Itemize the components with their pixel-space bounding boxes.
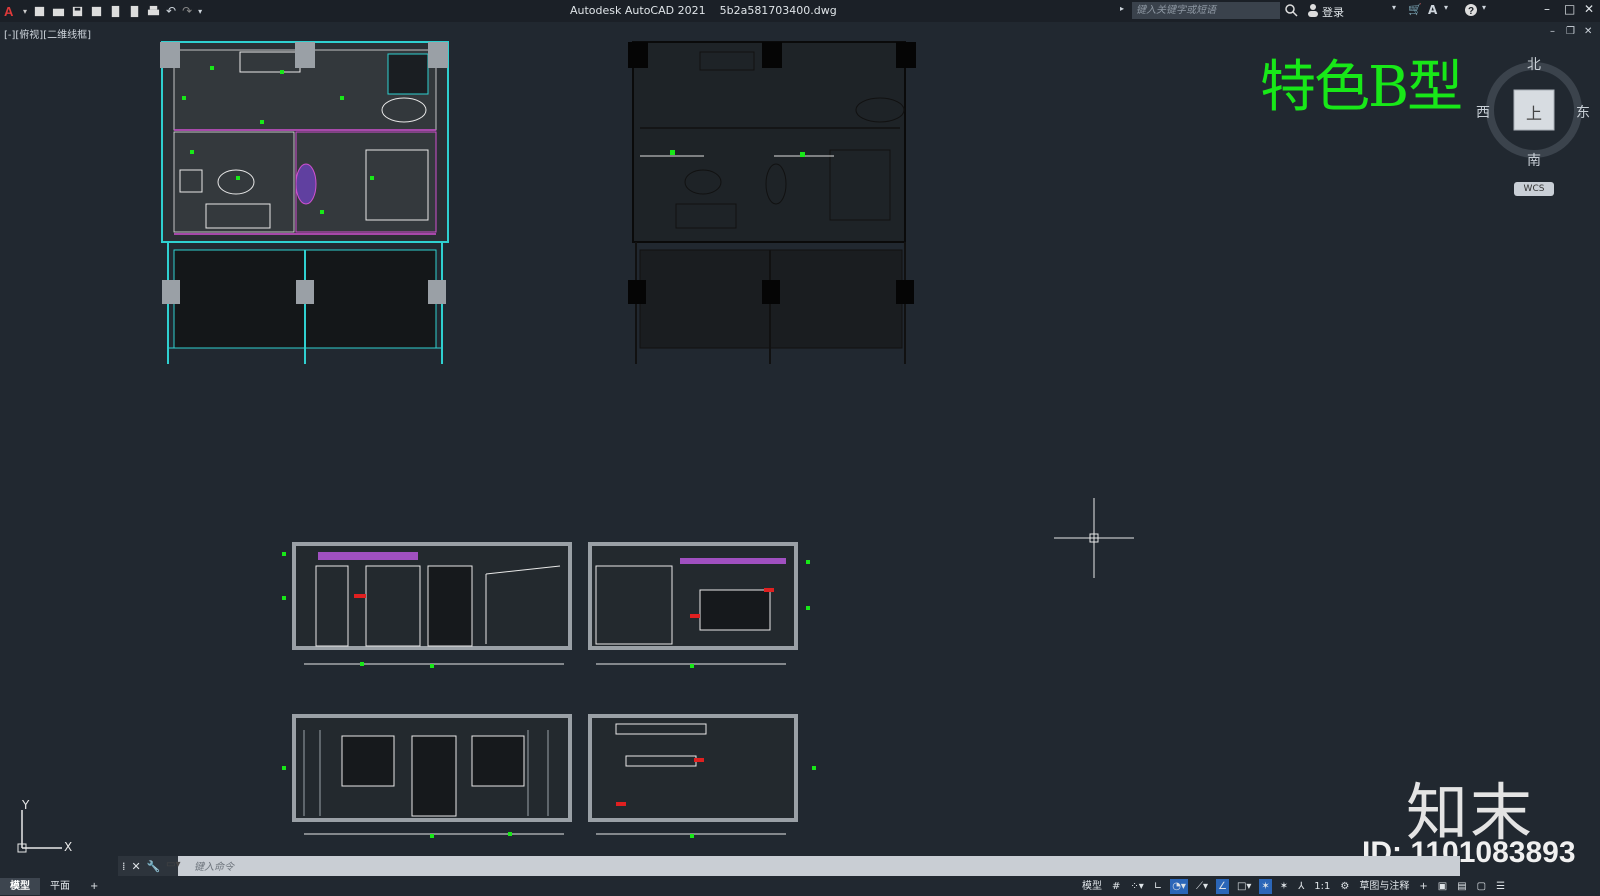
status-bar: 模型 # ⁘▾ ∟ ◔▾ ⟋▾ ∠ □▾ ✶ ✶ ⅄ 1:1 ⚙ 草图与注释 +… xyxy=(1080,877,1600,896)
autocad-logo-icon[interactable]: A xyxy=(4,5,17,18)
help-dropdown-icon[interactable]: ▾ xyxy=(1482,3,1486,12)
customize-toolbar-icon[interactable]: ▾ xyxy=(198,7,202,16)
svg-text:A: A xyxy=(4,5,14,18)
floor-plan-dark xyxy=(628,41,916,364)
annotation-visibility-icon[interactable]: ✶ xyxy=(1259,879,1272,894)
elevation-2 xyxy=(588,542,810,668)
command-line-grip-icon[interactable]: ⁞ xyxy=(122,860,126,873)
drawing-title-text: 特色B型 xyxy=(1260,55,1463,120)
object-snap-tracking-icon[interactable]: ∠ xyxy=(1215,879,1229,894)
login-dropdown-icon[interactable]: ▾ xyxy=(1392,3,1396,12)
save-icon[interactable] xyxy=(71,5,84,18)
quick-access-toolbar: A ▾ ↶ ↷ ▾ xyxy=(0,0,202,22)
command-history-icon[interactable]: ▭▾ xyxy=(166,859,180,870)
command-line[interactable]: ⁞ ✕ 🔧 ▭▾ 键入命令 xyxy=(118,856,1460,876)
search-icon[interactable] xyxy=(1284,3,1298,17)
viewcube[interactable]: 北 南 西 东 上 xyxy=(1476,57,1590,169)
annotation-scale-value[interactable]: 1:1 xyxy=(1312,879,1332,894)
elevation-1 xyxy=(282,542,572,668)
floor-plan-colored xyxy=(160,41,449,364)
units-icon[interactable]: ▣ xyxy=(1436,879,1449,894)
elevation-3 xyxy=(282,714,572,838)
help-icon[interactable]: ? xyxy=(1464,3,1478,17)
ortho-icon[interactable]: ∟ xyxy=(1152,879,1164,894)
maximize-icon[interactable]: □ xyxy=(1564,2,1575,16)
file-name: 5b2a581703400.dwg xyxy=(719,4,837,17)
viewcube-east[interactable]: 东 xyxy=(1576,102,1590,122)
app-name: Autodesk AutoCAD 2021 xyxy=(570,4,706,17)
ucs-y-label: Y xyxy=(22,798,30,812)
undo-icon[interactable]: ↶ xyxy=(166,4,176,18)
title-bar: A ▾ ↶ ↷ ▾ Autodesk AutoCAD 2021 5b2a5817… xyxy=(0,0,1600,22)
viewcube-top-face[interactable]: 上 xyxy=(1526,100,1542,124)
object-snap-icon[interactable]: □▾ xyxy=(1235,879,1253,894)
close-icon[interactable]: ✕ xyxy=(1584,2,1594,16)
login-link[interactable]: 登录 xyxy=(1322,4,1344,20)
annotation-monitor-icon[interactable]: + xyxy=(1417,879,1429,894)
workspace-switch[interactable]: 草图与注释 xyxy=(1357,879,1411,894)
svg-text:?: ? xyxy=(1468,6,1474,17)
tab-add[interactable]: + xyxy=(80,878,108,895)
autodesk-a360-icon[interactable]: A xyxy=(1428,3,1437,17)
viewcube-north[interactable]: 北 xyxy=(1527,54,1541,74)
polar-tracking-icon[interactable]: ◔▾ xyxy=(1170,879,1188,894)
plot-preview-icon[interactable] xyxy=(128,5,141,18)
command-close-icon[interactable]: ✕ xyxy=(132,860,141,873)
new-file-icon[interactable] xyxy=(33,5,46,18)
save-as-icon[interactable] xyxy=(90,5,103,18)
command-customize-icon[interactable]: 🔧 xyxy=(147,860,161,873)
minimize-icon[interactable]: – xyxy=(1544,2,1550,16)
search-expand-icon[interactable]: ▸ xyxy=(1120,4,1124,13)
model-space-toggle[interactable]: 模型 xyxy=(1080,879,1104,894)
annotation-scale-icon[interactable]: ⅄ xyxy=(1296,879,1306,894)
cart-icon[interactable]: 🛒 xyxy=(1408,3,1422,16)
elevation-4 xyxy=(588,714,816,838)
command-input[interactable]: 键入命令 xyxy=(194,858,234,873)
clean-screen-icon[interactable]: ▢ xyxy=(1475,879,1488,894)
quick-properties-icon[interactable]: ▤ xyxy=(1455,879,1468,894)
wcs-menu[interactable]: WCS xyxy=(1514,182,1554,196)
grid-icon[interactable]: # xyxy=(1110,879,1122,894)
redo-icon[interactable]: ↷ xyxy=(182,4,192,18)
layout-tabs: 模型 平面 + xyxy=(0,877,108,896)
user-icon[interactable] xyxy=(1306,3,1320,17)
publish-icon[interactable] xyxy=(109,5,122,18)
isodraft-icon[interactable]: ⟋▾ xyxy=(1194,879,1210,894)
drawing-canvas[interactable] xyxy=(0,22,1600,856)
snap-icon[interactable]: ⁘▾ xyxy=(1128,879,1145,894)
viewcube-west[interactable]: 西 xyxy=(1476,102,1490,122)
auto-scale-icon[interactable]: ✶ xyxy=(1278,879,1290,894)
app-menu-dropdown-icon[interactable]: ▾ xyxy=(23,7,27,16)
print-icon[interactable] xyxy=(147,5,160,18)
window-title: Autodesk AutoCAD 2021 5b2a581703400.dwg xyxy=(570,4,837,17)
ucs-x-label: X xyxy=(64,840,73,854)
open-folder-icon[interactable] xyxy=(52,5,65,18)
workspace-gear-icon[interactable]: ⚙ xyxy=(1338,879,1351,894)
customization-menu-icon[interactable]: ☰ xyxy=(1494,879,1507,894)
search-input[interactable]: 键入关键字或短语 xyxy=(1132,2,1280,19)
tab-model[interactable]: 模型 xyxy=(0,878,40,895)
viewcube-south[interactable]: 南 xyxy=(1527,150,1541,170)
a360-dropdown-icon[interactable]: ▾ xyxy=(1444,3,1448,12)
crosshair-cursor xyxy=(1054,498,1134,578)
tab-plan[interactable]: 平面 xyxy=(40,878,80,895)
